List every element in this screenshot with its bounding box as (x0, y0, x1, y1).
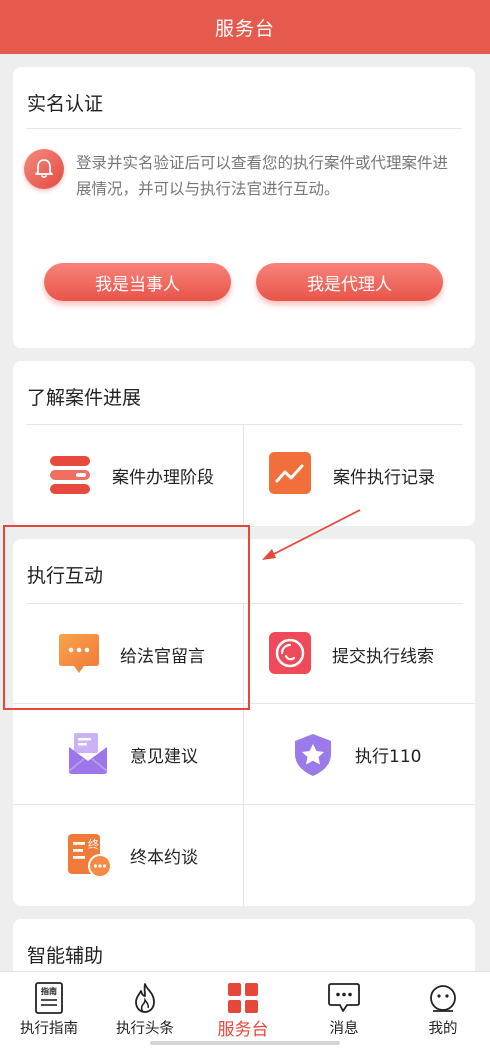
tab-guide-label: 执行指南 (20, 1021, 78, 1037)
tab-messages[interactable]: 消息 (295, 972, 393, 1042)
guide-icon-text: 指南 (41, 986, 57, 996)
tab-service[interactable]: 服务台 (194, 972, 292, 1042)
execution-110-label: 执行110 (355, 747, 422, 767)
message-icon (327, 982, 361, 1014)
envelope-icon (68, 733, 108, 779)
grid-icon (226, 982, 260, 1014)
suggestion-item[interactable]: 意见建议 (13, 704, 243, 804)
document-chat-icon: 终 (68, 834, 112, 882)
tab-bar: 指南 执行指南 执行头条 服务台 消息 我的 (0, 971, 490, 1048)
svg-text:终: 终 (88, 837, 99, 851)
final-interview-label: 终本约谈 (130, 848, 198, 868)
tab-headlines[interactable]: 执行头条 (96, 972, 194, 1042)
tab-messages-label: 消息 (329, 1021, 359, 1037)
final-interview-item[interactable]: 终 终本约谈 (13, 805, 243, 906)
tab-headlines-label: 执行头条 (116, 1021, 174, 1037)
tab-mine[interactable]: 我的 (394, 972, 490, 1042)
assist-card: 智能辅助 (13, 919, 475, 979)
tab-service-label: 服务台 (217, 1020, 269, 1040)
annotation-arrow-icon (262, 509, 361, 560)
shield-star-icon (293, 733, 333, 781)
home-indicator (150, 1041, 340, 1045)
clue-disc-icon (269, 632, 311, 678)
tab-mine-label: 我的 (428, 1021, 458, 1037)
face-icon (426, 982, 460, 1014)
tab-guide[interactable]: 指南 执行指南 (0, 972, 98, 1042)
assist-title: 智能辅助 (27, 945, 104, 967)
submit-clue-item[interactable]: 提交执行线索 (244, 604, 475, 703)
submit-clue-label: 提交执行线索 (332, 647, 434, 667)
guide-book-icon: 指南 (32, 982, 66, 1014)
suggestion-label: 意见建议 (130, 747, 198, 767)
execution-110-item[interactable]: 执行110 (244, 704, 475, 804)
flame-icon (128, 982, 162, 1014)
